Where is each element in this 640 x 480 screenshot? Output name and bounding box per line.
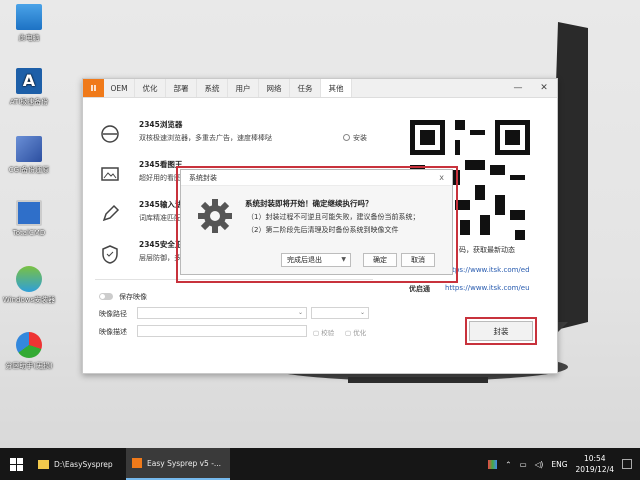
image-path-label: 映像路径 [99, 310, 127, 318]
desktop-icon-label: 分区助手(无损) [5, 362, 53, 370]
desktop-icon-this-pc[interactable]: 此电脑 [0, 4, 58, 43]
chevron-down-icon: ⌄ [359, 309, 365, 316]
volume-icon[interactable]: ◁) [535, 460, 544, 469]
folder-icon [38, 459, 49, 469]
dialog-highlight-box [176, 166, 458, 283]
tab-optimize[interactable]: 优化 [135, 79, 166, 97]
software-item-browser: 2345浏览器 双核极速浏览器，多重去广告，速度棒棒哒 安装 [99, 119, 367, 153]
image-viewer-icon [101, 167, 119, 181]
save-image-label: 保存映像 [119, 293, 147, 301]
taskbar-item-folder[interactable]: D:\EasySysprep [32, 448, 126, 480]
verify-checkbox[interactable]: ▢ 校验 [313, 327, 334, 337]
app-logo-icon: II [83, 79, 104, 97]
window-controls: — ✕ [505, 79, 557, 97]
desktop-icon-label: ATI极速备份 [9, 98, 49, 106]
browser-icon [101, 125, 119, 143]
clock[interactable]: 10:54 2019/12/4 [576, 453, 614, 475]
save-image-toggle[interactable] [99, 293, 113, 300]
minimize-button[interactable]: — [505, 79, 531, 97]
verify-label: 校验 [321, 329, 335, 337]
optimize-checkbox[interactable]: ▢ 优化 [345, 327, 366, 337]
pen-icon [102, 204, 120, 222]
taskbar-item-label: Easy Sysprep v5 -... [147, 458, 222, 468]
taskbar: D:\EasySysprep Easy Sysprep v5 -... ⌃ ▭ … [0, 448, 640, 480]
language-indicator[interactable]: ENG [551, 460, 567, 469]
image-desc-field[interactable] [137, 325, 307, 337]
start-button[interactable] [0, 448, 32, 480]
windows-logo-icon [9, 457, 23, 471]
clock-date: 2019/12/4 [575, 465, 614, 474]
shield-icon [102, 245, 118, 264]
software-desc: 超好用的看图 [139, 174, 181, 182]
taskbar-item-label: D:\EasySysprep [54, 459, 113, 469]
floppy-icon [16, 200, 42, 226]
tab-system[interactable]: 系统 [197, 79, 228, 97]
desktop-icon-ati[interactable]: A ATI极速备份 [0, 68, 58, 107]
chevron-down-icon: ⌄ [297, 309, 303, 316]
desktop-icon-label: 此电脑 [18, 34, 40, 42]
tab-task[interactable]: 任务 [290, 79, 321, 97]
tools-icon [16, 136, 42, 162]
tab-oem[interactable]: OEM [104, 79, 135, 97]
system-tray: ⌃ ▭ ◁) ENG 10:54 2019/12/4 [488, 453, 640, 475]
partition-icon [16, 332, 42, 358]
software-desc: 层层防御，多 [139, 254, 181, 262]
desktop-icon-label: TotalCMD [12, 229, 46, 237]
image-path-field[interactable]: ⌄ [137, 307, 307, 319]
desktop-icon-label: CGI备份还原 [8, 166, 50, 174]
install-checkbox[interactable]: 安装 [343, 133, 367, 143]
tray-app-icon[interactable] [488, 459, 498, 469]
clock-time: 10:54 [583, 454, 606, 463]
image-option-select[interactable]: ⌄ [311, 307, 369, 319]
optimize-label: 优化 [353, 329, 367, 337]
software-desc: 双核极速浏览器，多重去广告，速度棒棒哒 [139, 134, 272, 142]
desktop-icon-cgi[interactable]: CGI备份还原 [0, 136, 58, 175]
software-title: 2345浏览器 [139, 120, 183, 129]
monitor-icon [16, 4, 42, 30]
desktop-icon-windows-installer[interactable]: Windows安装器 [0, 266, 58, 305]
install-label: 安装 [353, 134, 367, 142]
tab-other[interactable]: 其他 [321, 79, 352, 97]
checkbox-icon [343, 134, 350, 141]
ati-icon: A [16, 68, 42, 94]
highlight-box [465, 317, 537, 345]
app-icon [132, 458, 142, 468]
software-desc: 词库精准匹配 [139, 214, 181, 222]
site-link-2[interactable]: https://www.itsk.com/eu [445, 284, 530, 292]
tab-user[interactable]: 用户 [228, 79, 259, 97]
taskbar-item-sysprep[interactable]: Easy Sysprep v5 -... [126, 448, 230, 480]
tab-network[interactable]: 网络 [259, 79, 290, 97]
close-button[interactable]: ✕ [531, 79, 557, 97]
tab-deploy[interactable]: 部署 [166, 79, 197, 97]
qr-caption: 码，获取最新动态 [459, 246, 515, 254]
installer-icon [16, 266, 42, 292]
image-desc-label: 映像描述 [99, 328, 127, 336]
up-arrow-icon[interactable]: ⌃ [505, 460, 511, 469]
network-icon[interactable]: ▭ [520, 460, 527, 469]
tab-bar: II OEM 优化 部署 系统 用户 网络 任务 其他 — ✕ [83, 79, 557, 98]
site-label-2: 优启通 [409, 285, 430, 293]
desktop-icon-partition[interactable]: 分区助手(无损) [0, 332, 58, 371]
desktop-icon-totalcmd[interactable]: TotalCMD [0, 200, 58, 237]
desktop-icon-label: Windows安装器 [2, 296, 56, 304]
notification-icon[interactable] [622, 459, 632, 469]
